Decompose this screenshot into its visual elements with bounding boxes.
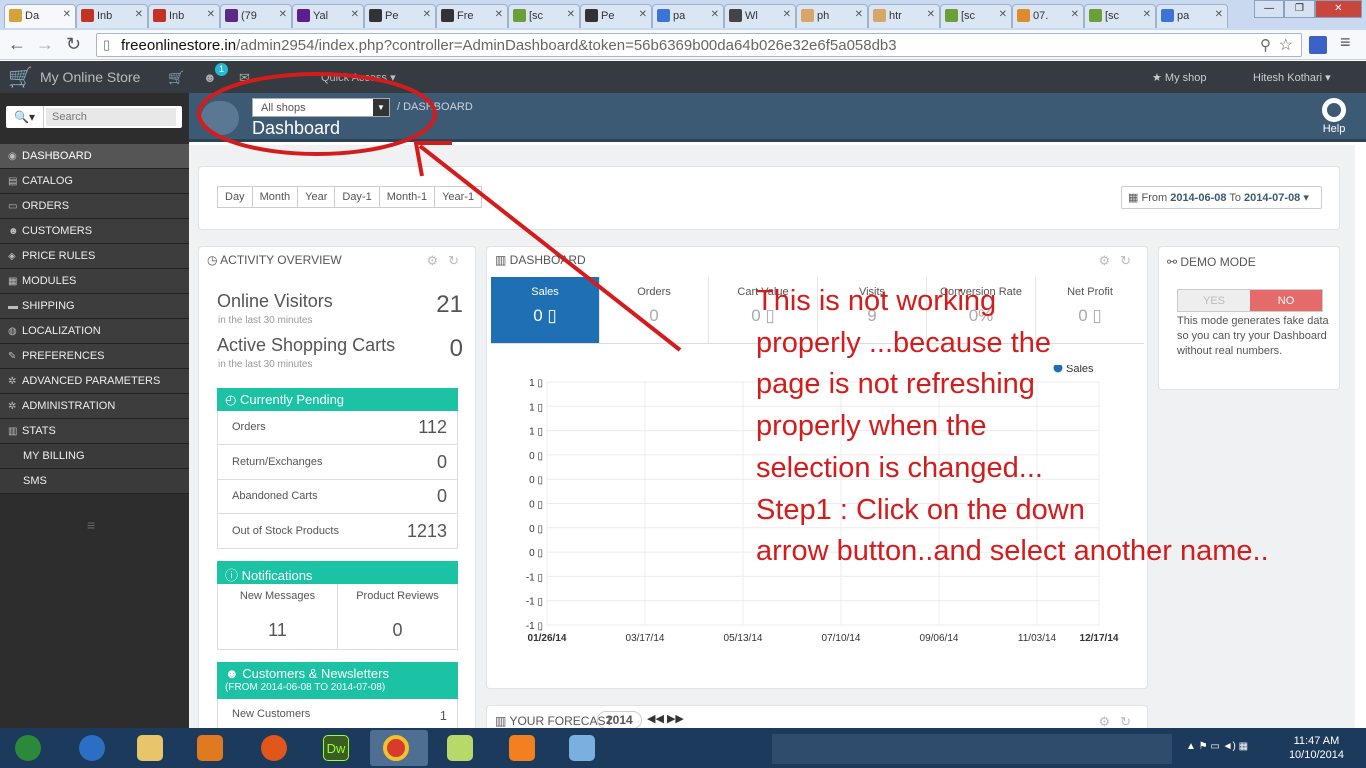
annotation-line: selection is changed... — [756, 451, 1043, 484]
clock-date: 10/10/2014 — [1288, 749, 1344, 761]
taskbar-explorer[interactable] — [124, 730, 176, 766]
taskbar-dreamweaver[interactable]: Dw — [310, 730, 362, 766]
taskbar-xampp[interactable] — [496, 730, 548, 766]
system-clock[interactable]: 11:47 AM 10/10/2014 — [1289, 734, 1344, 762]
firefox-icon — [261, 735, 287, 761]
annotation-circle — [197, 72, 437, 156]
paint-icon — [569, 735, 595, 761]
tray-icons[interactable]: ▲ ⚑ ▭ ◄) ▦ — [1186, 741, 1248, 752]
taskbar-media[interactable] — [184, 730, 236, 766]
annotation-line: This is not working — [756, 285, 997, 317]
windows-taskbar: Dw ▲ ⚑ ▭ ◄) ▦ 11:47 AM 10/10/2014 — [0, 728, 1366, 768]
annotation-text: This is not working properly ...because t… — [756, 281, 1356, 573]
annotation-line: properly ...because the — [756, 326, 1052, 359]
annotation-line: arrow button..and select another name.. — [756, 535, 1269, 568]
start-button[interactable] — [2, 730, 54, 766]
folder-icon — [137, 735, 163, 761]
taskbar-ie[interactable] — [66, 730, 118, 766]
taskbar-firefox[interactable] — [248, 730, 300, 766]
windows-logo-icon — [15, 735, 41, 761]
annotation-line: page is not refreshing — [756, 368, 1035, 401]
media-player-icon — [197, 735, 223, 761]
dreamweaver-icon: Dw — [323, 735, 349, 761]
annotation-line: Step1 : Click on the down — [756, 493, 1085, 526]
chrome-icon — [383, 735, 409, 761]
xampp-icon — [509, 735, 535, 761]
taskbar-preview-area — [772, 734, 1172, 764]
taskbar-chrome[interactable] — [370, 730, 428, 766]
sticky-notes-icon — [447, 735, 473, 761]
taskbar-paint[interactable] — [556, 730, 608, 766]
internet-explorer-icon — [79, 735, 105, 761]
clock-time: 11:47 AM — [1293, 735, 1340, 747]
taskbar-notes[interactable] — [434, 730, 486, 766]
annotation-arrow — [418, 144, 682, 352]
annotation-line: properly when the — [756, 410, 987, 443]
